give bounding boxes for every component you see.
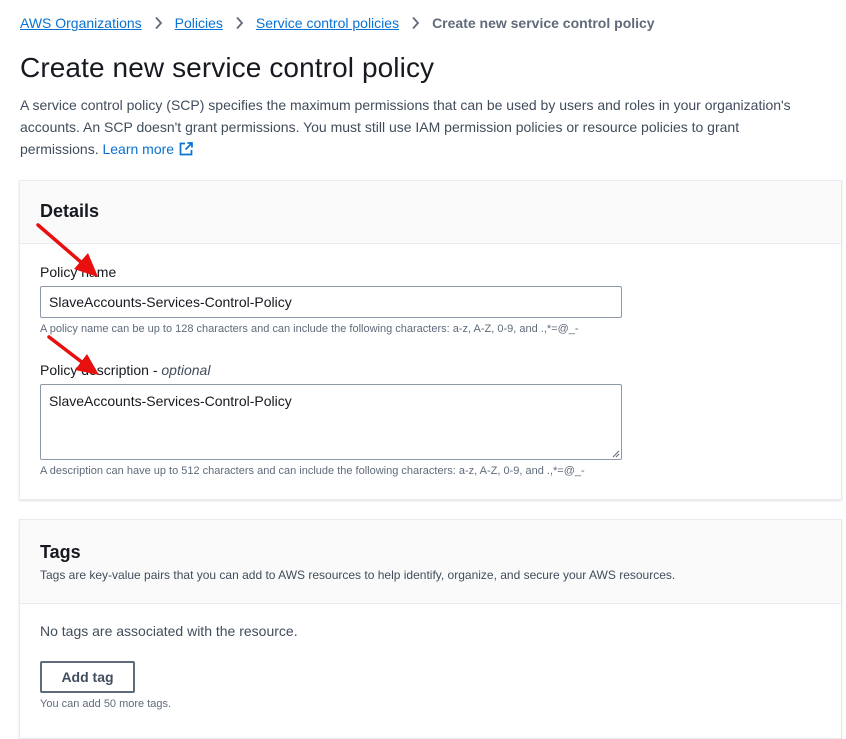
policy-description-value: SlaveAccounts-Services-Control-Policy [49, 393, 292, 409]
tags-limit-text: You can add 50 more tags. [40, 698, 172, 710]
policy-description-textarea[interactable]: SlaveAccounts-Services-Control-Policy [40, 384, 622, 460]
tags-header: Tags Tags are key-value pairs that you c… [20, 520, 841, 604]
add-tag-button[interactable]: Add tag [40, 661, 135, 693]
policy-name-label: Policy name [40, 264, 117, 280]
breadcrumb-policies[interactable]: Policies [175, 15, 223, 31]
tags-description: Tags are key-value pairs that you can ad… [40, 568, 676, 582]
breadcrumb-current: Create new service control policy [432, 15, 655, 31]
page-description: A service control policy (SCP) specifies… [20, 94, 820, 160]
policy-description-label-text: Policy description - [40, 362, 162, 378]
policy-name-input[interactable]: SlaveAccounts-Services-Control-Policy [40, 286, 622, 318]
optional-label: optional [161, 362, 211, 378]
learn-more-link[interactable]: Learn more [102, 138, 193, 160]
learn-more-label: Learn more [102, 141, 175, 157]
page-title: Create new service control policy [20, 52, 435, 83]
chevron-right-icon [154, 16, 163, 30]
details-title: Details [40, 201, 100, 221]
chevron-right-icon [235, 16, 244, 30]
policy-description-hint: A description can have up to 512 charact… [40, 465, 585, 477]
breadcrumb-service-control-policies[interactable]: Service control policies [256, 15, 399, 31]
breadcrumb: AWS Organizations Policies Service contr… [20, 13, 655, 33]
policy-name-hint: A policy name can be up to 128 character… [40, 323, 579, 335]
external-link-icon [179, 142, 193, 156]
details-header: Details [20, 181, 841, 244]
tags-title: Tags [40, 542, 81, 562]
no-tags-text: No tags are associated with the resource… [40, 623, 298, 639]
details-container: Details Policy name SlaveAccounts-Servic… [19, 180, 842, 500]
policy-description-label: Policy description - optional [40, 362, 210, 378]
chevron-right-icon [411, 16, 420, 30]
tags-container: Tags Tags are key-value pairs that you c… [19, 519, 842, 739]
breadcrumb-aws-organizations[interactable]: AWS Organizations [20, 15, 142, 31]
resize-grip-icon[interactable] [611, 449, 620, 458]
